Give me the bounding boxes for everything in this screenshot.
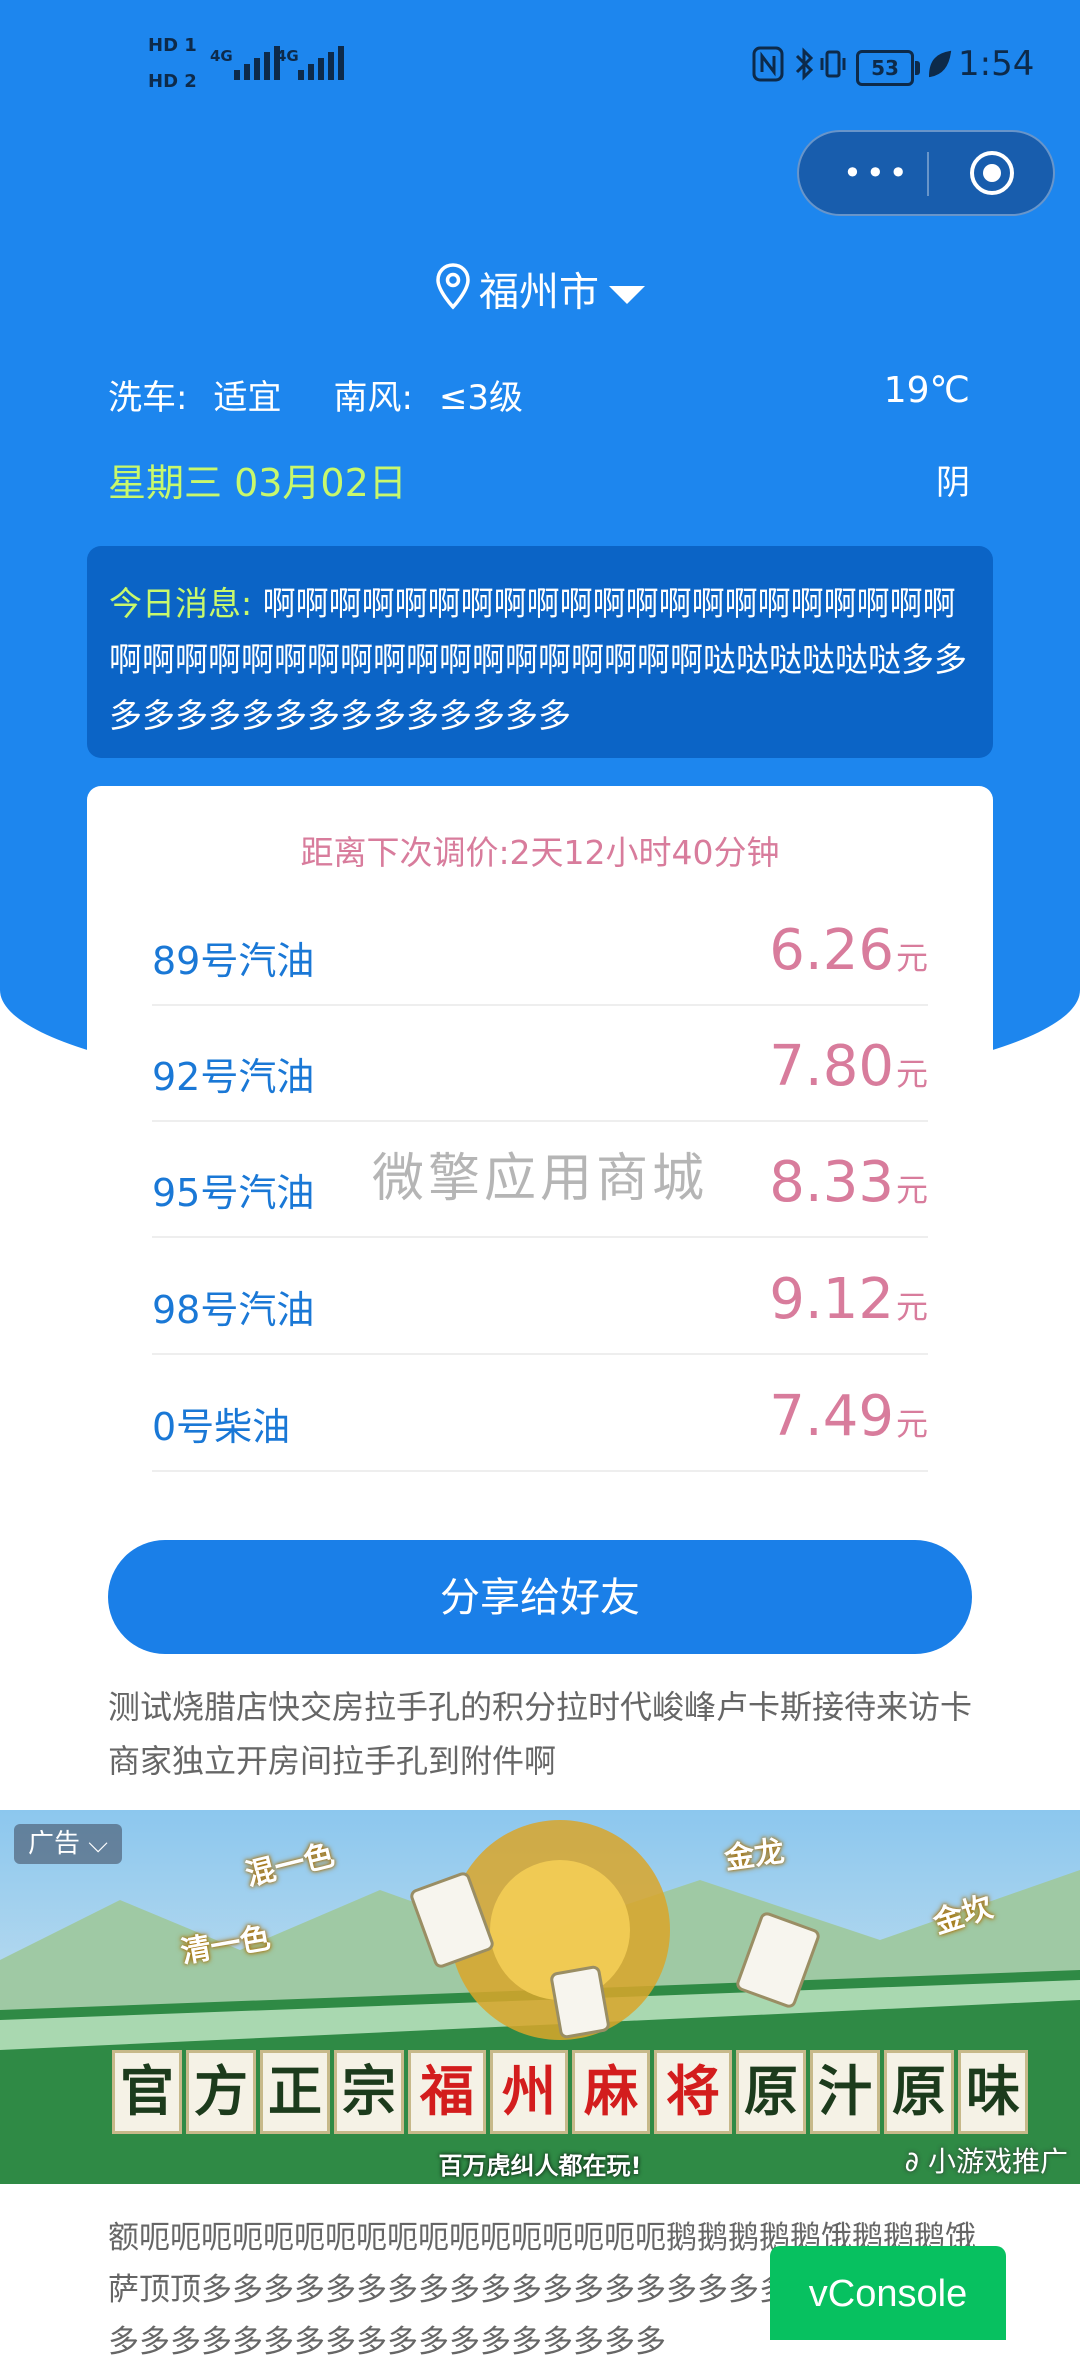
city-selector[interactable]: 福州市	[0, 262, 1080, 327]
clock: 1:54	[958, 44, 1035, 84]
vconsole-button[interactable]: vConsole	[770, 2246, 1006, 2340]
capsule-divider	[927, 152, 929, 196]
network-type-1: 4G	[210, 47, 233, 65]
signal-bars-1-icon	[234, 44, 280, 80]
link-icon: ∂	[904, 2145, 920, 2178]
leaf-icon	[926, 46, 952, 91]
fuel-price: 9.12元	[769, 1267, 928, 1332]
minigame-promo[interactable]: ∂ 小游戏推广	[905, 2140, 1068, 2180]
status-bar: HD 1 HD 2 4G 4G 53 1:54	[0, 0, 1080, 130]
daily-notice: 今日消息: 啊啊啊啊啊啊啊啊啊啊啊啊啊啊啊啊啊啊啊啊啊啊啊啊啊啊啊啊啊啊啊啊啊啊…	[87, 546, 993, 758]
wind-value: ≤3级	[438, 378, 524, 418]
weather-index: 洗车: 适宜 南风: ≤3级	[108, 370, 575, 419]
fuel-name: 98号汽油	[152, 1288, 315, 1332]
miniprogram-capsule: •••	[797, 130, 1055, 216]
fuel-row: 92号汽油 7.80元	[152, 1006, 928, 1122]
ad-title: 官方正宗 福州麻将 原汁原味	[112, 2050, 1028, 2134]
share-button[interactable]: 分享给好友	[108, 1540, 972, 1654]
carwash-value: 适宜	[213, 378, 282, 418]
sim1-indicator: HD 1	[148, 35, 197, 56]
sim2-indicator: HD 2	[148, 71, 197, 92]
bluetooth-icon	[794, 46, 816, 91]
watermark: 微擎应用商城	[371, 1149, 708, 1209]
fuel-name: 0号柴油	[152, 1405, 291, 1449]
location-pin-icon	[435, 262, 471, 327]
city-name: 福州市	[479, 269, 599, 316]
description-text: 测试烧腊店快交房拉手孔的积分拉时代峻峰卢卡斯接待来访卡商家独立开房间拉手孔到附件…	[108, 1688, 973, 1780]
date-label: 星期三 03月02日	[108, 461, 407, 505]
network-type-2: 4G	[276, 47, 299, 65]
notice-label: 今日消息:	[109, 584, 253, 623]
fuel-price: 6.26元	[769, 918, 928, 983]
battery-icon: 53	[856, 50, 920, 86]
chevron-down-icon: ⌵	[88, 1829, 108, 1859]
fuel-price: 7.49元	[769, 1384, 928, 1449]
temperature: 19℃	[883, 370, 970, 411]
signal-bars-2-icon	[298, 44, 344, 80]
wind-label: 南风:	[333, 378, 413, 418]
dropdown-caret-icon	[609, 285, 645, 304]
price-adjust-countdown: 距离下次调价:2天12小时40分钟	[300, 833, 780, 872]
ad-tag[interactable]: 广告 ⌵	[14, 1824, 122, 1864]
close-miniprogram-icon[interactable]	[970, 151, 1014, 195]
nfc-icon	[752, 46, 784, 91]
fuel-price: 7.80元	[769, 1034, 928, 1099]
carwash-label: 洗车:	[108, 378, 188, 418]
ad-banner[interactable]: 混一色 清一色 金龙 金坎 官方正宗 福州麻将 原汁原味 百万虎纠人都在玩! 广…	[0, 1810, 1080, 2184]
fuel-row: 89号汽油 6.26元	[152, 890, 928, 1006]
fuel-row: 98号汽油 9.12元	[152, 1239, 928, 1355]
weather-condition: 阴	[936, 463, 970, 503]
more-menu-icon[interactable]: •••	[843, 157, 912, 189]
vibrate-icon	[820, 46, 846, 91]
fuel-name: 89号汽油	[152, 939, 315, 983]
fuel-row: 0号柴油 7.49元	[152, 1356, 928, 1472]
fuel-name: 92号汽油	[152, 1055, 315, 1099]
ad-word: 金龙	[722, 1833, 787, 1877]
